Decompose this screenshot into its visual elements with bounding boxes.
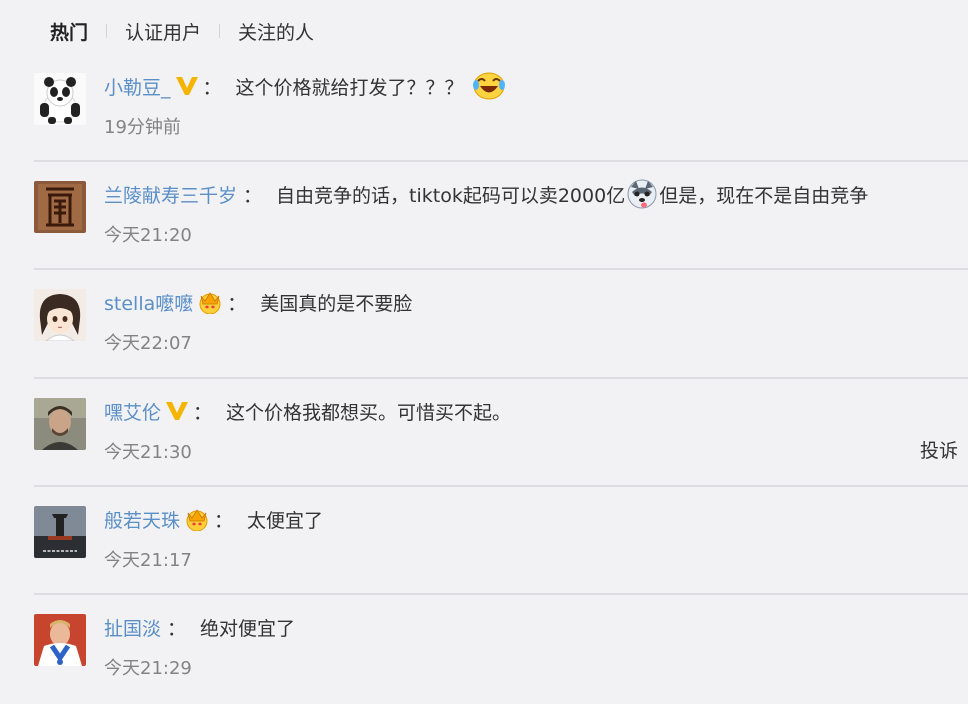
v-badge-icon [175, 75, 199, 97]
colon: ： [214, 509, 234, 532]
divider [34, 485, 968, 487]
comment-text: 这个价格我都想买。可惜买不起。 [226, 401, 512, 424]
comment-text-continued: 但是，现在不是自由竞争 [659, 184, 869, 207]
comment-item: 嘿艾伦 ： 这个价格我都想买。可惜买不起。 今天21:30 投诉 [34, 380, 968, 488]
comment-time: 今天21:20 [104, 225, 192, 246]
colon: ： [193, 401, 213, 424]
comment-text: 美国真的是不要脸 [260, 292, 413, 315]
comment-filter-tabs: 热门 认证用户 关注的人 [50, 16, 314, 46]
username[interactable]: 般若天珠 [104, 506, 180, 533]
avatar[interactable] [34, 398, 86, 450]
tab-divider [219, 24, 221, 38]
comment-item: 兰陵献寿三千岁 ： 自由竞争的话，tiktok起码可以卖2000亿 但是，现在不… [34, 163, 968, 271]
laugh-cry-emoji-icon [472, 71, 506, 101]
avatar[interactable] [34, 73, 86, 125]
comment-item: 扯国淡 ： 绝对便宜了 今天21:29 [34, 596, 968, 704]
comment-time: 今天22:07 [104, 333, 192, 354]
comment-time: 今天21:17 [104, 550, 192, 571]
comment-item: 般若天珠 ： 太便宜了 今天21:17 [34, 488, 968, 596]
tab-hot[interactable]: 热门 [50, 18, 88, 45]
colon: ： [167, 617, 187, 640]
comment-text: 太便宜了 [247, 509, 324, 532]
comment-time: 19分钟前 [104, 117, 181, 138]
username[interactable]: 扯国淡 [104, 614, 161, 641]
divider [34, 593, 968, 595]
divider [34, 377, 968, 379]
avatar[interactable] [34, 614, 86, 666]
comment-text: 这个价格就给打发了？？？ [235, 76, 464, 99]
crown-badge-icon [197, 290, 223, 314]
username[interactable]: 兰陵献寿三千岁 [104, 181, 237, 208]
avatar[interactable] [34, 289, 86, 341]
v-badge-icon [165, 400, 189, 422]
comment-text: 绝对便宜了 [200, 617, 296, 640]
tab-divider [106, 24, 108, 38]
comment-time: 今天21:29 [104, 658, 192, 679]
username[interactable]: 嘿艾伦 [104, 398, 161, 425]
tab-following[interactable]: 关注的人 [238, 18, 314, 45]
colon: ： [202, 76, 222, 99]
comment-time: 今天21:30 [104, 442, 192, 463]
husky-emoji-icon [627, 179, 657, 209]
report-button[interactable]: 投诉 [920, 436, 958, 463]
avatar[interactable] [34, 506, 86, 558]
comment-item: 小勒豆_ ： 这个价格就给打发了？？？ 19分钟前 [34, 55, 968, 163]
divider [34, 268, 968, 270]
avatar[interactable] [34, 181, 86, 233]
divider [34, 160, 968, 162]
username[interactable]: 小勒豆_ [104, 73, 171, 100]
colon: ： [243, 184, 263, 207]
username[interactable]: stella嚒嚒 [104, 289, 193, 316]
tab-verified-users[interactable]: 认证用户 [125, 18, 201, 45]
comment-item: stella嚒嚒 ： 美国真的是不要脸 今天22:07 [34, 271, 968, 379]
crown-badge-icon [184, 507, 210, 531]
colon: ： [227, 292, 247, 315]
comment-text: 自由竞争的话，tiktok起码可以卖2000亿 [276, 184, 626, 207]
